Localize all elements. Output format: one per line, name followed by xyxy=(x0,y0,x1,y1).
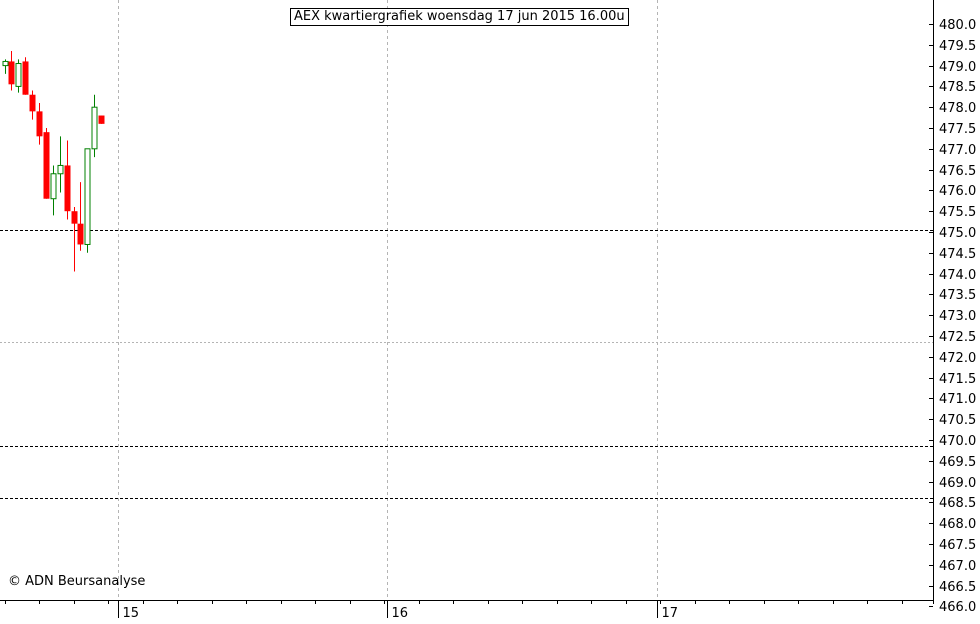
candle-body-down xyxy=(64,165,71,212)
y-tick-label: 474.0 xyxy=(939,268,976,283)
x-day-label: 15 xyxy=(123,606,140,620)
y-tick-label: 467.5 xyxy=(939,538,976,553)
y-tick-label: 475.5 xyxy=(939,205,976,220)
candle xyxy=(98,115,105,124)
y-tick-label: 473.0 xyxy=(939,309,976,324)
y-tick-label: 476.0 xyxy=(939,184,976,199)
x-day-label: 17 xyxy=(662,606,679,620)
candle xyxy=(43,128,50,199)
candle-body-up xyxy=(15,63,22,87)
candle-body-down xyxy=(77,223,84,245)
gridlines xyxy=(118,0,658,600)
y-tick-label: 470.5 xyxy=(939,413,976,428)
chart: 480.0 479.5 479.0 478.5 478.0 477.5 477.0 476.5… xyxy=(0,0,980,621)
candle xyxy=(22,57,29,95)
candle xyxy=(57,136,64,193)
candle xyxy=(29,90,36,120)
candle-body-down xyxy=(8,61,15,85)
candle xyxy=(50,165,57,216)
y-tick-label: 466.5 xyxy=(939,580,976,595)
candle-body-down xyxy=(36,111,43,137)
reference-lines xyxy=(0,230,933,499)
y-tick-label: 469.0 xyxy=(939,476,976,491)
candle-body-up xyxy=(57,164,64,175)
y-tick-label: 479.0 xyxy=(939,60,976,75)
y-tick-label: 474.5 xyxy=(939,247,976,262)
y-tick-label: 468.5 xyxy=(939,496,976,511)
candle xyxy=(64,140,71,220)
y-tick-label: 476.5 xyxy=(939,164,976,179)
y-tick-label: 478.5 xyxy=(939,80,976,95)
y-tick-label: 470.0 xyxy=(939,434,976,449)
y-tick-label: 467.0 xyxy=(939,559,976,574)
candle-body-up xyxy=(2,60,9,67)
y-tick-label: 471.5 xyxy=(939,372,976,387)
y-tick-label: 475.0 xyxy=(939,226,976,241)
candle-body-down xyxy=(98,115,105,124)
y-tick-label: 480.0 xyxy=(939,18,976,33)
y-tick-label: 479.5 xyxy=(939,39,976,54)
axes: 480.0 479.5 479.0 478.5 478.0 477.5 477.0 476.5… xyxy=(0,0,976,621)
y-tick-label: 477.0 xyxy=(939,143,976,158)
candle-body-down xyxy=(22,61,29,95)
y-tick-label: 468.0 xyxy=(939,517,976,532)
y-tick-label: 472.0 xyxy=(939,351,976,366)
candle xyxy=(15,59,22,93)
candle xyxy=(8,51,15,91)
candle-body-up xyxy=(84,148,91,245)
candle xyxy=(36,103,43,145)
y-tick-label: 478.0 xyxy=(939,101,976,116)
candle-body-up xyxy=(91,106,98,150)
candle-body-up xyxy=(50,173,57,200)
candle-body-down xyxy=(29,94,36,112)
candles xyxy=(2,51,105,272)
x-day-label: 16 xyxy=(392,606,409,620)
candle-body-down xyxy=(43,132,50,199)
chart-canvas: 480.0 479.5 479.0 478.5 478.0 477.5 477.0 476.5… xyxy=(0,0,976,621)
candle xyxy=(71,207,78,272)
chart-title: AEX kwartiergrafiek woensdag 17 jun 2015… xyxy=(290,8,629,26)
y-tick-label: 472.5 xyxy=(939,330,976,345)
y-tick-label: 466.0 xyxy=(939,600,976,615)
candle xyxy=(77,182,84,251)
y-tick-label: 473.5 xyxy=(939,288,976,303)
candle xyxy=(2,59,9,74)
copyright-label: © ADN Beursanalyse xyxy=(8,574,146,589)
candle-body-down xyxy=(71,211,78,224)
candle xyxy=(91,94,98,158)
y-tick-label: 471.0 xyxy=(939,392,976,407)
candle xyxy=(84,148,91,253)
y-tick-label: 469.5 xyxy=(939,455,976,470)
y-tick-label: 477.5 xyxy=(939,122,976,137)
